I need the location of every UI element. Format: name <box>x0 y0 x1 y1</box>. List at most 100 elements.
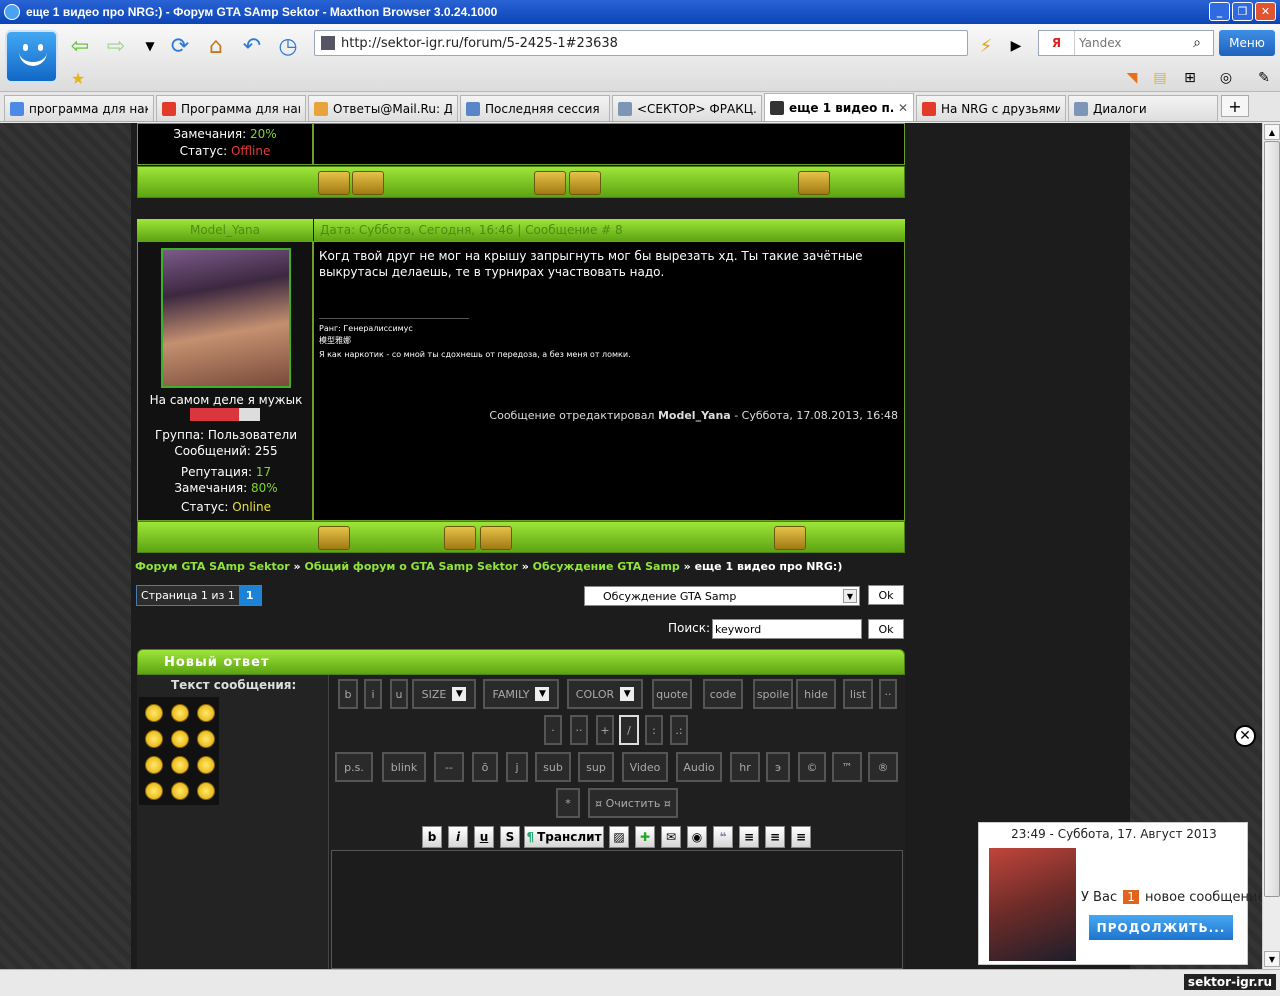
chevron-down-icon[interactable]: ▼ <box>843 589 857 603</box>
home-icon[interactable]: ⌂ <box>202 32 230 60</box>
url-input[interactable] <box>341 35 921 51</box>
breadcrumb-general[interactable]: Общий форум о GTA Samp Sektor <box>304 560 517 573</box>
play-icon[interactable]: ▶ <box>1002 32 1030 60</box>
edit-icon[interactable] <box>480 526 512 550</box>
insert-quote-icon[interactable]: ❝ <box>713 826 733 848</box>
reputation-icon[interactable] <box>444 526 476 550</box>
bbcode-code-button[interactable]: code <box>703 679 743 709</box>
bbcode-dash-button[interactable]: -- <box>434 752 464 782</box>
smiley-smile-icon[interactable] <box>171 756 189 774</box>
smiley-surprised-icon[interactable] <box>197 756 215 774</box>
menu-button[interactable]: Меню <box>1219 30 1275 56</box>
bbcode-tm-button[interactable]: ™ <box>832 752 862 782</box>
forum-jump-select[interactable]: Обсуждение GTA Samp ▼ <box>584 586 860 606</box>
forum-search-input[interactable] <box>712 619 862 639</box>
screenshot-icon[interactable]: ◎ <box>1212 64 1240 92</box>
jump-ok-button[interactable]: Ok <box>868 585 904 605</box>
addons-icon[interactable]: ⊞ <box>1176 64 1204 92</box>
format-strike-button[interactable]: S <box>500 826 520 848</box>
page-1[interactable]: 1 <box>238 586 261 605</box>
bbcode-u-button[interactable]: u <box>390 679 408 709</box>
insert-link-icon[interactable]: ✚ <box>635 826 655 848</box>
bbcode-list-button[interactable]: list <box>843 679 873 709</box>
maximize-button[interactable]: ❐ <box>1232 2 1253 21</box>
warning-icon[interactable] <box>569 171 601 195</box>
clock-icon[interactable]: ◷ <box>274 32 302 60</box>
smiley-happy-icon[interactable] <box>197 730 215 748</box>
bbcode-spoiler-button[interactable]: spoile <box>753 679 793 709</box>
profile-icon[interactable] <box>318 171 350 195</box>
smiley-sad-icon[interactable] <box>145 756 163 774</box>
color-select[interactable]: COLOR ▼ <box>567 679 643 709</box>
tab-6-active[interactable]: еще 1 видео п... ✕ <box>764 93 914 121</box>
tab-2[interactable]: Программа для нак... <box>156 95 306 121</box>
search-icon[interactable]: ⌕ <box>1183 35 1211 51</box>
bbcode-ps-button[interactable]: p.s. <box>335 752 373 782</box>
smiley-grin-icon[interactable] <box>171 704 189 722</box>
bbcode-audio-button[interactable]: Audio <box>676 752 722 782</box>
forward-arrow-icon[interactable]: ⇨ <box>102 32 130 60</box>
clear-button[interactable]: ¤ Очистить ¤ <box>588 788 678 818</box>
insert-image-icon[interactable]: ▨ <box>609 826 629 848</box>
scroll-up-icon[interactable]: ▲ <box>1264 124 1280 140</box>
smiley-wink-icon[interactable] <box>197 782 215 800</box>
tab-5[interactable]: <СЕКТОР> ФРАКЦ... <box>612 95 762 121</box>
tab-4[interactable]: Последняя сессия <box>460 95 610 121</box>
rss-icon[interactable]: ◥ <box>1118 64 1146 92</box>
format-italic-button[interactable]: i <box>448 826 468 848</box>
align-right-icon[interactable]: ≡ <box>791 826 811 848</box>
insert-video-icon[interactable]: ◉ <box>687 826 707 848</box>
notes-icon[interactable]: ▤ <box>1146 64 1174 92</box>
bbcode-sup-button[interactable]: sup <box>578 752 614 782</box>
bbcode-colon-button[interactable]: : <box>645 715 663 745</box>
bbcode-plus-button[interactable]: + <box>596 715 614 745</box>
search-input[interactable] <box>1075 36 1183 50</box>
scroll-top-icon[interactable] <box>798 171 830 195</box>
bbcode-sym-1-button[interactable]: · <box>544 715 562 745</box>
bbcode-hr-button[interactable]: hr <box>730 752 760 782</box>
insert-email-icon[interactable]: ✉ <box>661 826 681 848</box>
tools-icon[interactable]: ✎ <box>1250 64 1278 92</box>
tab-1[interactable]: программа для нак... <box>4 95 154 121</box>
bbcode-sub-button[interactable]: sub <box>535 752 571 782</box>
bbcode-overline-button[interactable]: ō <box>472 752 498 782</box>
message-textarea[interactable] <box>331 850 903 969</box>
bbcode-blink-button[interactable]: blink <box>382 752 426 782</box>
bbcode-quote-button[interactable]: quote <box>652 679 692 709</box>
new-tab-button[interactable]: + <box>1221 95 1249 117</box>
format-bold-button[interactable]: b <box>422 826 442 848</box>
scroll-down-icon[interactable]: ▼ <box>1264 951 1280 967</box>
profile-icon[interactable] <box>318 526 350 550</box>
bbcode-j-button[interactable]: j <box>506 752 528 782</box>
search-ok-button[interactable]: Ok <box>868 619 904 639</box>
refresh-icon[interactable]: ⟳ <box>166 32 194 60</box>
yandex-icon[interactable]: Я <box>1039 31 1075 55</box>
close-window-button[interactable]: ✕ <box>1255 2 1276 21</box>
bbcode-hide-button[interactable]: hide <box>796 679 836 709</box>
favorite-star-icon[interactable]: ★ <box>64 64 92 92</box>
history-dropdown-icon[interactable]: ▼ <box>136 32 164 60</box>
minimize-button[interactable]: _ <box>1209 2 1230 21</box>
bbcode-e-button[interactable]: э <box>766 752 790 782</box>
tab-8[interactable]: Диалоги <box>1068 95 1218 121</box>
bbcode-dotcolon-button[interactable]: .: <box>670 715 688 745</box>
scroll-thumb[interactable] <box>1264 141 1280 897</box>
bbcode-star-button[interactable]: * <box>556 788 580 818</box>
smiley-angry-icon[interactable] <box>145 704 163 722</box>
smiley-laugh-icon[interactable] <box>145 782 163 800</box>
reputation-icon[interactable] <box>534 171 566 195</box>
smiley-meh-icon[interactable] <box>171 730 189 748</box>
search-box[interactable]: Я ⌕ <box>1038 30 1214 56</box>
size-select[interactable]: SIZE ▼ <box>412 679 476 709</box>
bbcode-registered-button[interactable]: ® <box>868 752 898 782</box>
bbcode-sym-2-button[interactable]: ·· <box>570 715 588 745</box>
bbcode-dots-button[interactable]: ·· <box>879 679 897 709</box>
breadcrumb-discussion[interactable]: Обсуждение GTA Samp <box>533 560 680 573</box>
format-underline-button[interactable]: u <box>474 826 494 848</box>
popup-close-icon[interactable]: ✕ <box>1234 725 1256 747</box>
undo-icon[interactable]: ↶ <box>238 32 266 60</box>
align-center-icon[interactable]: ≡ <box>765 826 785 848</box>
tab-7[interactable]: На NRG с друзьями ... <box>916 95 1066 121</box>
bbcode-video-button[interactable]: Video <box>622 752 668 782</box>
post-author[interactable]: Model_Yana <box>137 219 313 241</box>
